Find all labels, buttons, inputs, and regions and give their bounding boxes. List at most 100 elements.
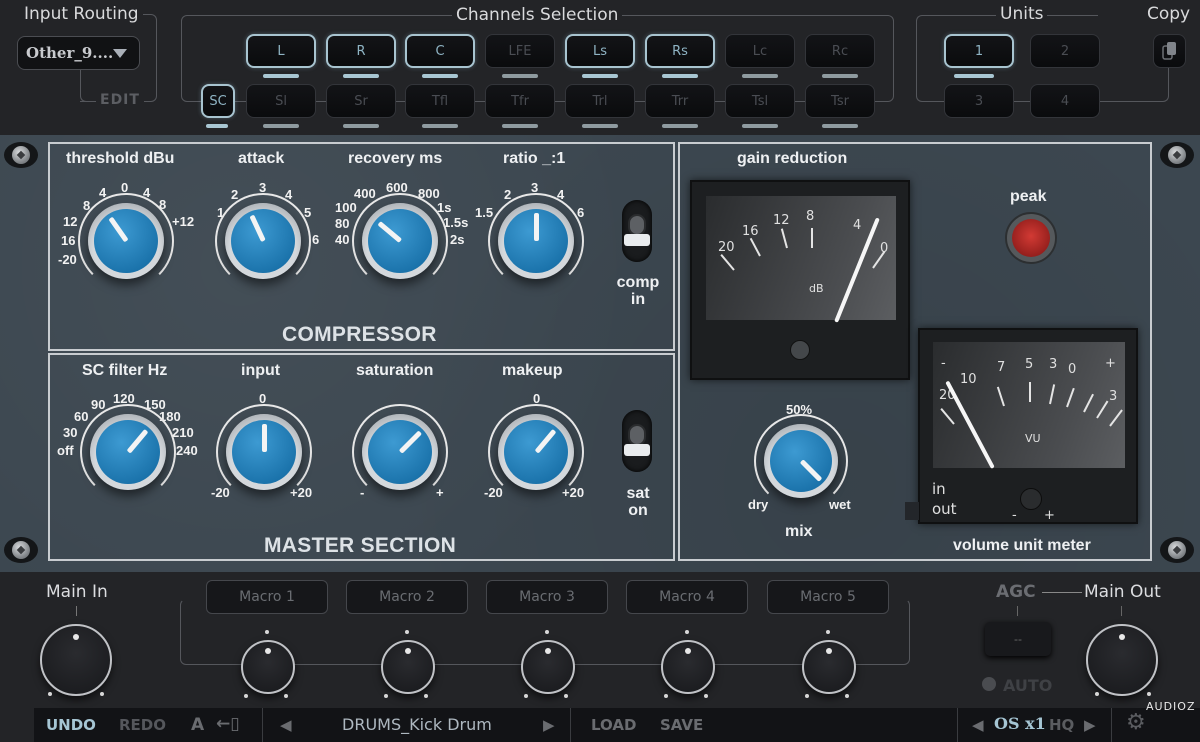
main-in-label: Main In bbox=[46, 582, 108, 602]
channel-button[interactable]: Trr bbox=[645, 84, 715, 118]
macro-button[interactable]: Macro 4 bbox=[626, 580, 748, 614]
channel-button[interactable]: R bbox=[326, 34, 396, 68]
channel-indicator bbox=[343, 124, 379, 128]
main-in-knob[interactable] bbox=[40, 624, 112, 696]
channel-indicator bbox=[822, 124, 858, 128]
channel-button[interactable]: C bbox=[405, 34, 475, 68]
macro-knob[interactable] bbox=[381, 640, 435, 694]
units-label: Units bbox=[996, 4, 1048, 24]
macro-knob[interactable] bbox=[802, 640, 856, 694]
divider bbox=[957, 708, 958, 742]
scale-tick: 2s bbox=[450, 232, 465, 247]
unit-button[interactable]: 2 bbox=[1030, 34, 1100, 68]
divider bbox=[262, 708, 263, 742]
meter-tick bbox=[720, 254, 735, 271]
vu-trim-plus: + bbox=[1044, 508, 1055, 523]
meter-tick bbox=[811, 228, 813, 248]
scale-tick: -20 bbox=[211, 485, 230, 500]
channel-button[interactable]: Rs bbox=[645, 34, 715, 68]
channel-button[interactable]: Ls bbox=[565, 34, 635, 68]
vu-trim-knob[interactable] bbox=[1020, 488, 1042, 510]
channel-button[interactable]: Sl bbox=[246, 84, 316, 118]
channel-button[interactable]: Sr bbox=[326, 84, 396, 118]
os-next-icon[interactable]: ▶ bbox=[1084, 716, 1096, 734]
macro-button[interactable]: Macro 2 bbox=[346, 580, 468, 614]
channel-label: R bbox=[356, 43, 366, 59]
unit-button[interactable]: 3 bbox=[944, 84, 1014, 118]
comp-in-toggle[interactable] bbox=[622, 200, 652, 262]
vu-out-label[interactable]: out bbox=[932, 500, 957, 518]
unit-button[interactable]: 4 bbox=[1030, 84, 1100, 118]
attack-knob[interactable] bbox=[215, 193, 311, 289]
redo-button[interactable]: REDO bbox=[119, 716, 166, 734]
makeup-label: makeup bbox=[502, 362, 563, 379]
channel-button[interactable]: Tfr bbox=[485, 84, 555, 118]
hq-button[interactable]: HQ bbox=[1049, 716, 1074, 734]
macro-knob[interactable] bbox=[241, 640, 295, 694]
channel-button[interactable]: Rc bbox=[805, 34, 875, 68]
meter-scale-label: 12 bbox=[773, 213, 790, 228]
channel-sc-button[interactable]: SC bbox=[201, 84, 235, 118]
save-button[interactable]: SAVE bbox=[660, 716, 703, 734]
agc-value-box[interactable]: -- bbox=[985, 622, 1051, 656]
mix-knob[interactable] bbox=[754, 414, 848, 508]
makeup-knob[interactable] bbox=[488, 404, 584, 500]
os-prev-icon[interactable]: ◀ bbox=[972, 716, 984, 734]
meter-zero-screw-icon[interactable] bbox=[790, 340, 810, 360]
preset-next-icon[interactable]: ▶ bbox=[543, 716, 555, 734]
divider bbox=[570, 708, 571, 742]
channel-label: L bbox=[277, 43, 285, 59]
macro-knob[interactable] bbox=[521, 640, 575, 694]
gear-icon[interactable]: ⚙ bbox=[1126, 710, 1146, 735]
main-out-knob[interactable] bbox=[1086, 624, 1158, 696]
channel-button[interactable]: Tsl bbox=[725, 84, 795, 118]
channel-button[interactable]: Tsr bbox=[805, 84, 875, 118]
vu-in-out-switch[interactable] bbox=[905, 502, 919, 520]
channel-label: Tfl bbox=[431, 93, 449, 109]
load-button[interactable]: LOAD bbox=[591, 716, 636, 734]
copy-to-icon[interactable]: ←▯ bbox=[216, 714, 240, 734]
main-out-label: Main Out bbox=[1084, 582, 1161, 602]
copy-button[interactable] bbox=[1153, 34, 1186, 68]
mix-dry-label: dry bbox=[748, 497, 769, 512]
preset-prev-icon[interactable]: ◀ bbox=[280, 716, 292, 734]
peak-led bbox=[1005, 212, 1057, 264]
channel-button[interactable]: Trl bbox=[565, 84, 635, 118]
macro-button[interactable]: Macro 5 bbox=[767, 580, 889, 614]
channel-label: C bbox=[435, 43, 445, 59]
input-routing-dropdown[interactable]: Other_9.... bbox=[17, 36, 140, 70]
saturation-knob[interactable] bbox=[352, 404, 448, 500]
gain-reduction-needle bbox=[834, 217, 880, 323]
meter-scale-label: + bbox=[1105, 356, 1116, 371]
chevron-down-icon bbox=[113, 49, 127, 58]
vu-in-label[interactable]: in bbox=[932, 480, 946, 498]
channel-button[interactable]: Lc bbox=[725, 34, 795, 68]
meter-scale-label: 20 bbox=[718, 240, 735, 255]
scale-tick: 240 bbox=[176, 443, 198, 458]
screw-icon bbox=[4, 142, 38, 168]
meter-scale-label: 4 bbox=[853, 218, 862, 233]
macro-knob[interactable] bbox=[661, 640, 715, 694]
auto-radio[interactable] bbox=[982, 677, 996, 691]
threshold-knob[interactable] bbox=[78, 193, 174, 289]
recovery-knob[interactable] bbox=[352, 193, 448, 289]
edit-button[interactable]: EDIT bbox=[96, 92, 144, 108]
channel-button[interactable]: LFE bbox=[485, 34, 555, 68]
ratio-knob[interactable] bbox=[488, 193, 584, 289]
macro-button[interactable]: Macro 1 bbox=[206, 580, 328, 614]
ab-compare-button[interactable]: A bbox=[191, 715, 204, 735]
macro-button[interactable]: Macro 3 bbox=[486, 580, 608, 614]
attack-label: attack bbox=[238, 150, 285, 167]
channel-button[interactable]: L bbox=[246, 34, 316, 68]
sc-filter-knob[interactable] bbox=[80, 404, 176, 500]
preset-name[interactable]: DRUMS_Kick Drum bbox=[342, 715, 492, 734]
unit-button[interactable]: 1 bbox=[944, 34, 1014, 68]
sc-filter-label: SC filter Hz bbox=[82, 362, 168, 379]
sat-on-toggle[interactable] bbox=[622, 410, 652, 472]
channel-button[interactable]: Tfl bbox=[405, 84, 475, 118]
scale-tick: -20 bbox=[484, 485, 503, 500]
input-knob[interactable] bbox=[216, 404, 312, 500]
scale-tick: -20 bbox=[58, 252, 77, 267]
oversampling-value[interactable]: OS x1 bbox=[994, 714, 1046, 733]
undo-button[interactable]: UNDO bbox=[46, 716, 96, 734]
